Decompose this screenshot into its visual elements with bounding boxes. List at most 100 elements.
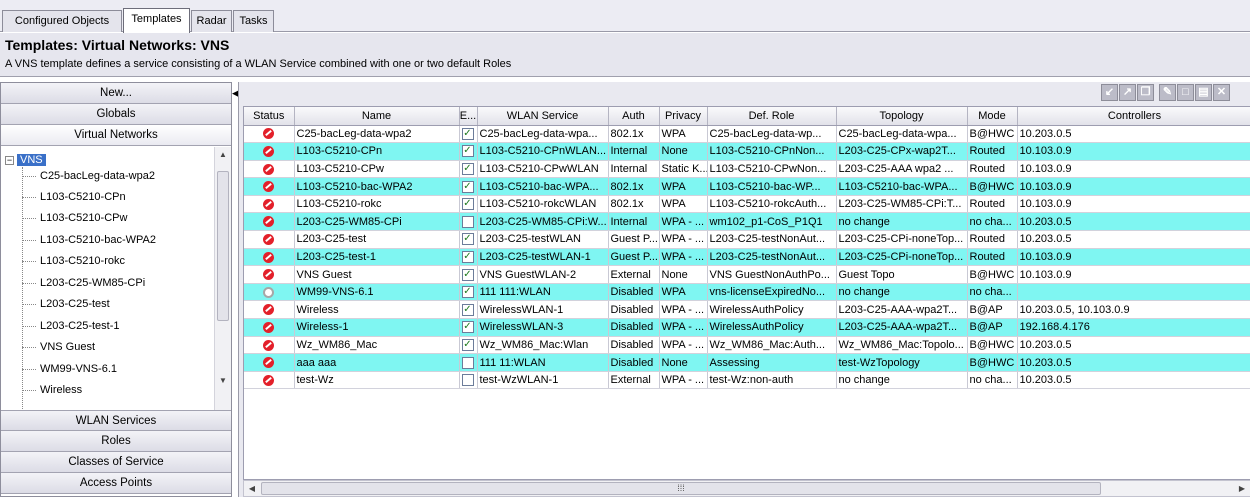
tree-item[interactable]: WM99-VNS-6.1 xyxy=(22,363,117,375)
topology-cell: L203-C25-CPx-wap2T... xyxy=(836,142,968,161)
controllers-cell: 10.103.0.9 xyxy=(1017,195,1250,214)
enabled-checkbox[interactable]: ✓ xyxy=(461,338,474,351)
name-cell: test-Wz xyxy=(294,371,460,390)
table-row[interactable]: WM99-VNS-6.1 ✓ 111 111:WLAN Disabled WPA vns-… xyxy=(244,283,1250,302)
enabled-checkbox[interactable]: ✓ xyxy=(461,321,474,334)
enabled-checkbox[interactable]: ✓ xyxy=(461,180,474,193)
tree-item[interactable]: Wireless xyxy=(22,384,82,396)
copy-icon[interactable]: ❐ xyxy=(1137,84,1154,101)
enabled-checkbox[interactable]: ✓ xyxy=(461,198,474,211)
table-row[interactable]: aaa aaa 111 11:WLAN Disabled None Assessing t… xyxy=(244,353,1250,372)
enabled-checkbox[interactable] xyxy=(461,356,474,369)
enabled-checkbox[interactable]: ✓ xyxy=(461,268,474,281)
tree-item[interactable]: L103-C5210-bac-WPA2 xyxy=(22,234,156,246)
status-cell xyxy=(244,300,295,320)
column-header-name[interactable]: Name xyxy=(294,107,460,126)
table-row[interactable]: L103-C5210-CPw ✓ L103-C5210-CPwWLAN Interna… xyxy=(244,160,1250,179)
table-row[interactable]: Wz_WM86_Mac ✓ Wz_WM86_Mac:Wlan Disabled WPA … xyxy=(244,336,1250,355)
new-icon[interactable]: □ xyxy=(1177,84,1194,101)
delete-icon[interactable]: ✕ xyxy=(1213,84,1230,101)
nav-classes-of-service[interactable]: Classes of Service xyxy=(1,452,231,473)
wlan-service-cell: 111 111:WLAN xyxy=(477,283,609,302)
enabled-checkbox[interactable]: ✓ xyxy=(461,145,474,158)
wlan-service-cell: L203-C25-WM85-CPi:W... xyxy=(477,212,609,232)
table-row[interactable]: L103-C5210-rokc ✓ L103-C5210-rokcWLAN 802.1… xyxy=(244,195,1250,214)
table-row[interactable]: L203-C25-WM85-CPi L203-C25-WM85-CPi:W... I… xyxy=(244,212,1250,232)
column-header-topology[interactable]: Topology xyxy=(836,107,968,126)
column-header-def-role[interactable]: Def. Role xyxy=(707,107,837,126)
tree-item[interactable]: L203-C25-test-1 xyxy=(22,320,120,332)
error-status-icon xyxy=(263,251,275,263)
enabled-checkbox[interactable]: ✓ xyxy=(461,127,474,140)
scroll-thumb[interactable] xyxy=(217,171,229,321)
name-cell: Wz_WM86_Mac xyxy=(294,336,460,355)
nav-globals[interactable]: Globals xyxy=(1,104,231,125)
column-header-auth[interactable]: Auth xyxy=(608,107,660,126)
scroll-down-icon[interactable]: ▼ xyxy=(215,373,231,389)
tree-item[interactable]: L103-C5210-CPn xyxy=(22,191,126,203)
def-role-cell: L103-C5210-CPnNon... xyxy=(707,142,837,161)
scroll-up-icon[interactable]: ▲ xyxy=(215,147,231,163)
table-row[interactable]: Wireless-1 ✓ WirelessWLAN-3 Disabled WPA - .… xyxy=(244,318,1250,337)
enabled-cell: ✓ xyxy=(459,300,478,320)
scroll-thumb[interactable]: ⁞⁞⁞ xyxy=(261,482,1101,495)
name-cell: L203-C25-test-1 xyxy=(294,248,460,267)
new-button[interactable]: New... xyxy=(1,83,231,104)
column-header-status[interactable]: Status xyxy=(244,107,295,126)
tree-item[interactable]: L103-C5210-CPw xyxy=(22,212,127,224)
tree-item[interactable]: L103-C5210-rokc xyxy=(22,255,125,267)
save-icon[interactable]: ▤ xyxy=(1195,84,1212,101)
edit-icon[interactable]: ✎ xyxy=(1159,84,1176,101)
enabled-checkbox[interactable]: ✓ xyxy=(461,303,474,316)
enabled-checkbox[interactable]: ✓ xyxy=(461,251,474,263)
tree-item[interactable]: VNS Guest xyxy=(22,341,95,353)
topology-cell: C25-bacLeg-data-wpa... xyxy=(836,125,968,144)
table-row[interactable]: Wireless ✓ WirelessWLAN-1 Disabled WPA - ...… xyxy=(244,300,1250,320)
table-row[interactable]: L203-C25-test-1 ✓ L203-C25-testWLAN-1 Guest… xyxy=(244,248,1250,267)
nav-wlan-services[interactable]: WLAN Services xyxy=(1,410,231,431)
horizontal-scrollbar[interactable]: ◀ ⁞⁞⁞ ▶ xyxy=(243,480,1250,497)
column-header-privacy[interactable]: Privacy xyxy=(659,107,708,126)
nav-access-points[interactable]: Access Points xyxy=(1,473,231,494)
enabled-checkbox[interactable]: ✓ xyxy=(461,163,474,176)
enabled-cell: ✓ xyxy=(459,177,478,196)
mode-cell: Routed xyxy=(967,248,1018,267)
column-header-mode[interactable]: Mode xyxy=(967,107,1018,126)
tree-root-vns[interactable]: − VNS xyxy=(5,153,46,167)
table-row[interactable]: L103-C5210-bac-WPA2 ✓ L103-C5210-bac-WPA..… xyxy=(244,177,1250,196)
status-cell xyxy=(244,318,295,337)
name-cell: Wireless xyxy=(294,300,460,320)
export-icon[interactable]: ↗ xyxy=(1119,84,1136,101)
enabled-checkbox[interactable] xyxy=(461,374,474,387)
collapse-icon[interactable]: − xyxy=(5,155,14,165)
enabled-checkbox[interactable]: ✓ xyxy=(461,286,474,299)
column-header-wlan-service[interactable]: WLAN Service xyxy=(477,107,609,126)
def-role-cell: L103-C5210-CPwNon... xyxy=(707,160,837,179)
column-header-controllers[interactable]: Controllers xyxy=(1017,107,1250,126)
topology-cell: L203-C25-AAA wpa2 ... xyxy=(836,160,968,179)
tree-item[interactable]: C25-bacLeg-data-wpa2 xyxy=(22,170,155,182)
controllers-cell: 10.103.0.9 xyxy=(1017,142,1250,161)
tab-configured-objects[interactable]: Configured Objects xyxy=(2,10,122,32)
table-row[interactable]: L103-C5210-CPn ✓ L103-C5210-CPnWLAN... Inte… xyxy=(244,142,1250,161)
nav-roles[interactable]: Roles xyxy=(1,431,231,452)
tree-root-label[interactable]: VNS xyxy=(17,154,46,166)
tab-tasks[interactable]: Tasks xyxy=(233,10,274,32)
column-header-enabled[interactable]: E... xyxy=(459,107,478,126)
scroll-right-icon[interactable]: ▶ xyxy=(1234,481,1250,496)
import-icon[interactable]: ↙ xyxy=(1101,84,1118,101)
topology-cell: L203-C25-CPi-noneTop... xyxy=(836,248,968,267)
table-row[interactable]: L203-C25-test ✓ L203-C25-testWLAN Guest P..… xyxy=(244,230,1250,249)
tree-item[interactable]: L203-C25-test xyxy=(22,298,110,310)
table-row[interactable]: VNS Guest ✓ VNS GuestWLAN-2 External None VNS… xyxy=(244,265,1250,284)
scroll-left-icon[interactable]: ◀ xyxy=(244,481,260,496)
table-row[interactable]: test-Wz test-WzWLAN-1 External WPA - ... tes… xyxy=(244,371,1250,390)
tab-templates[interactable]: Templates xyxy=(123,8,190,33)
nav-virtual-networks[interactable]: Virtual Networks xyxy=(1,125,231,146)
table-row[interactable]: C25-bacLeg-data-wpa2 ✓ C25-bacLeg-data-wpa… xyxy=(244,125,1250,144)
tree-item[interactable]: L203-C25-WM85-CPi xyxy=(22,277,145,289)
mode-cell: B@HWC xyxy=(967,353,1018,372)
enabled-checkbox[interactable]: ✓ xyxy=(461,233,474,246)
enabled-checkbox[interactable] xyxy=(461,215,474,228)
tab-radar[interactable]: Radar xyxy=(191,10,232,32)
